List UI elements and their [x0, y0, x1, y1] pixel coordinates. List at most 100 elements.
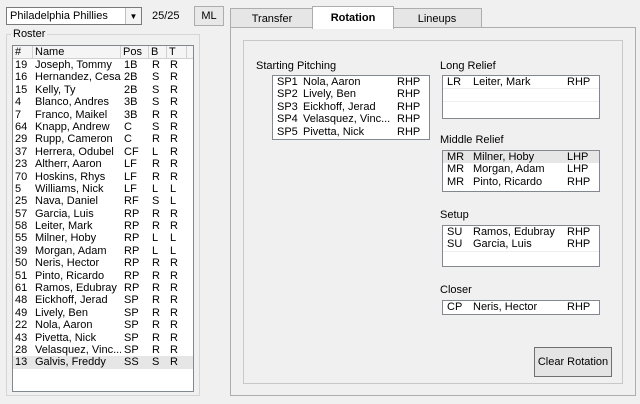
roster-cell-num: 19	[15, 59, 28, 71]
column-header-t[interactable]: T	[167, 46, 187, 58]
roster-cell-b: R	[152, 306, 160, 319]
column-header-b[interactable]: B	[149, 46, 167, 58]
roster-row[interactable]: 22 Nola, Aaron SP R R	[13, 319, 193, 331]
empty-slot[interactable]	[443, 250, 599, 263]
starting-pitching-label: Starting Pitching	[256, 60, 337, 72]
roster-cell-name: Hernandez, Cesar	[35, 71, 121, 84]
clear-rotation-button[interactable]: Clear Rotation	[534, 347, 612, 377]
roster-row[interactable]: 49 Lively, Ben SP R R	[13, 307, 193, 319]
roster-cell-name: Blanco, Andres	[35, 96, 109, 109]
roster-cell-name: Eickhoff, Jerad	[35, 294, 108, 307]
long-relief-row[interactable]: LR Leiter, Mark RHP	[443, 76, 599, 88]
setup-list[interactable]: SU Ramos, Edubray RHP SU Garcia, Luis RHP	[442, 225, 600, 267]
level-button[interactable]: ML	[194, 6, 224, 26]
roster-cell-pos: C	[124, 120, 132, 133]
rotation-frame: Starting Pitching SP1 Nola, Aaron RHP SP2 Li…	[243, 40, 623, 384]
roster-cell-num: 48	[15, 294, 28, 307]
roster-cell-pos: C	[124, 133, 132, 146]
roster-row[interactable]: 19 Joseph, Tommy 1B R R	[13, 59, 193, 71]
roster-cell-b: S	[152, 96, 160, 109]
roster-cell-t: R	[170, 319, 178, 332]
roster-row[interactable]: 70 Hoskins, Rhys LF R R	[13, 171, 193, 183]
roster-row[interactable]: 58 Leiter, Mark RP R R	[13, 220, 193, 232]
roster-row[interactable]: 61 Ramos, Edubray RP R R	[13, 282, 193, 294]
roster-row[interactable]: 5 Williams, Nick LF L L	[13, 183, 193, 195]
roster-cell-pos: RP	[124, 207, 140, 220]
roster-row[interactable]: 16 Hernandez, Cesar 2B S R	[13, 71, 193, 83]
roster-cell-name: Williams, Nick	[35, 182, 104, 195]
rotation-panel: Starting Pitching SP1 Nola, Aaron RHP SP2 Li…	[230, 27, 636, 396]
roster-cell-pos: SP	[124, 343, 139, 356]
roster-row[interactable]: 4 Blanco, Andres 3B S R	[13, 96, 193, 108]
roster-cell-t: R	[170, 207, 178, 220]
roster-cell-t: L	[170, 232, 177, 245]
column-header-num[interactable]: #	[13, 46, 33, 58]
tab-transfer[interactable]: Transfer	[230, 8, 314, 28]
starting-pitching-row[interactable]: SP4 Velasquez, Vinc... RHP	[273, 113, 429, 125]
rotation-cell-name: Morgan, Adam	[473, 163, 545, 176]
starting-pitching-row[interactable]: SP2 Lively, Ben RHP	[273, 88, 429, 100]
roster-row[interactable]: 7 Franco, Maikel 3B R R	[13, 109, 193, 121]
roster-row[interactable]: 23 Altherr, Aaron LF R R	[13, 158, 193, 170]
tab-lineups[interactable]: Lineups	[392, 8, 482, 28]
rotation-cell-name: Garcia, Luis	[473, 238, 532, 251]
roster-legend: Roster	[11, 28, 48, 40]
roster-cell-num: 7	[15, 108, 22, 121]
setup-row[interactable]: SU Ramos, Edubray RHP	[443, 226, 599, 238]
middle-relief-row[interactable]: MR Morgan, Adam LHP	[443, 163, 599, 175]
roster-cell-pos: RP	[124, 220, 140, 233]
roster-cell-t: R	[170, 269, 178, 282]
team-select[interactable]: Philadelphia Phillies ▼	[6, 7, 142, 25]
empty-slot[interactable]	[443, 100, 599, 113]
middle-relief-row[interactable]: MR Pinto, Ricardo RHP	[443, 176, 599, 188]
starting-pitching-row[interactable]: SP5 Pivetta, Nick RHP	[273, 126, 429, 138]
roster-row[interactable]: 50 Neris, Hector RP R R	[13, 257, 193, 269]
roster-cell-name: Franco, Maikel	[35, 108, 108, 121]
roster-row[interactable]: 25 Nava, Daniel RF S L	[13, 195, 193, 207]
roster-cell-name: Ramos, Edubray	[35, 282, 117, 295]
roster-row[interactable]: 51 Pinto, Ricardo RP R R	[13, 270, 193, 282]
rotation-cell-hand: RHP	[397, 100, 421, 113]
rotation-cell-code: SU	[447, 238, 463, 251]
roster-row[interactable]: 28 Velasquez, Vinc... SP R R	[13, 344, 193, 356]
roster-row[interactable]: 48 Eickhoff, Jerad SP R R	[13, 294, 193, 306]
roster-row[interactable]: 13 Galvis, Freddy SS S R	[13, 356, 193, 369]
roster-row[interactable]: 15 Kelly, Ty 2B S R	[13, 84, 193, 96]
roster-cell-b: R	[152, 108, 160, 121]
roster-row[interactable]: 43 Pivetta, Nick SP R R	[13, 332, 193, 344]
roster-cell-pos: 2B	[124, 71, 138, 84]
closer-row[interactable]: CP Neris, Hector RHP	[443, 301, 599, 313]
column-header-name[interactable]: Name	[33, 46, 121, 58]
roster-header: # Name Pos B T	[13, 46, 193, 59]
closer-list[interactable]: CP Neris, Hector RHP	[442, 300, 600, 315]
column-header-pos[interactable]: Pos	[121, 46, 149, 58]
rotation-cell-hand: RHP	[567, 226, 591, 238]
rotation-cell-name: Lively, Ben	[303, 88, 356, 101]
roster-row[interactable]: 37 Herrera, Odubel CF L R	[13, 146, 193, 158]
roster-cell-name: Neris, Hector	[35, 257, 100, 270]
starting-pitching-list[interactable]: SP1 Nola, Aaron RHP SP2 Lively, Ben RHP SP3 Eic…	[272, 75, 430, 140]
middle-relief-list[interactable]: MR Milner, Hoby LHP MR Morgan, Adam LHP MR Pint…	[442, 150, 600, 192]
roster-row[interactable]: 55 Milner, Hoby RP L L	[13, 232, 193, 244]
roster-row[interactable]: 39 Morgan, Adam RP L L	[13, 245, 193, 257]
roster-cell-b: R	[152, 207, 160, 220]
roster-cell-num: 4	[15, 96, 22, 109]
roster-row[interactable]: 29 Rupp, Cameron C R R	[13, 133, 193, 145]
roster-cell-pos: RP	[124, 257, 140, 270]
roster-row[interactable]: 57 Garcia, Luis RP R R	[13, 208, 193, 220]
empty-slot[interactable]	[443, 88, 599, 100]
rotation-cell-hand: RHP	[567, 301, 591, 313]
roster-list[interactable]: # Name Pos B T 19 Joseph, Tommy 1B R R 16 Hern…	[12, 45, 194, 392]
middle-relief-row[interactable]: MR Milner, Hoby LHP	[443, 151, 599, 164]
long-relief-list[interactable]: LR Leiter, Mark RHP	[442, 75, 600, 119]
tab-rotation[interactable]: Rotation	[312, 6, 394, 29]
setup-row[interactable]: SU Garcia, Luis RHP	[443, 238, 599, 250]
rotation-cell-name: Neris, Hector	[473, 301, 538, 313]
roster-row[interactable]: 64 Knapp, Andrew C S R	[13, 121, 193, 133]
roster-cell-num: 55	[15, 232, 28, 245]
chevron-down-icon[interactable]: ▼	[125, 8, 141, 24]
starting-pitching-row[interactable]: SP3 Eickhoff, Jerad RHP	[273, 101, 429, 113]
roster-group: Roster # Name Pos B T 19 Joseph, Tommy 1B R…	[6, 28, 200, 396]
starting-pitching-row[interactable]: SP1 Nola, Aaron RHP	[273, 76, 429, 88]
roster-cell-num: 15	[15, 83, 28, 96]
